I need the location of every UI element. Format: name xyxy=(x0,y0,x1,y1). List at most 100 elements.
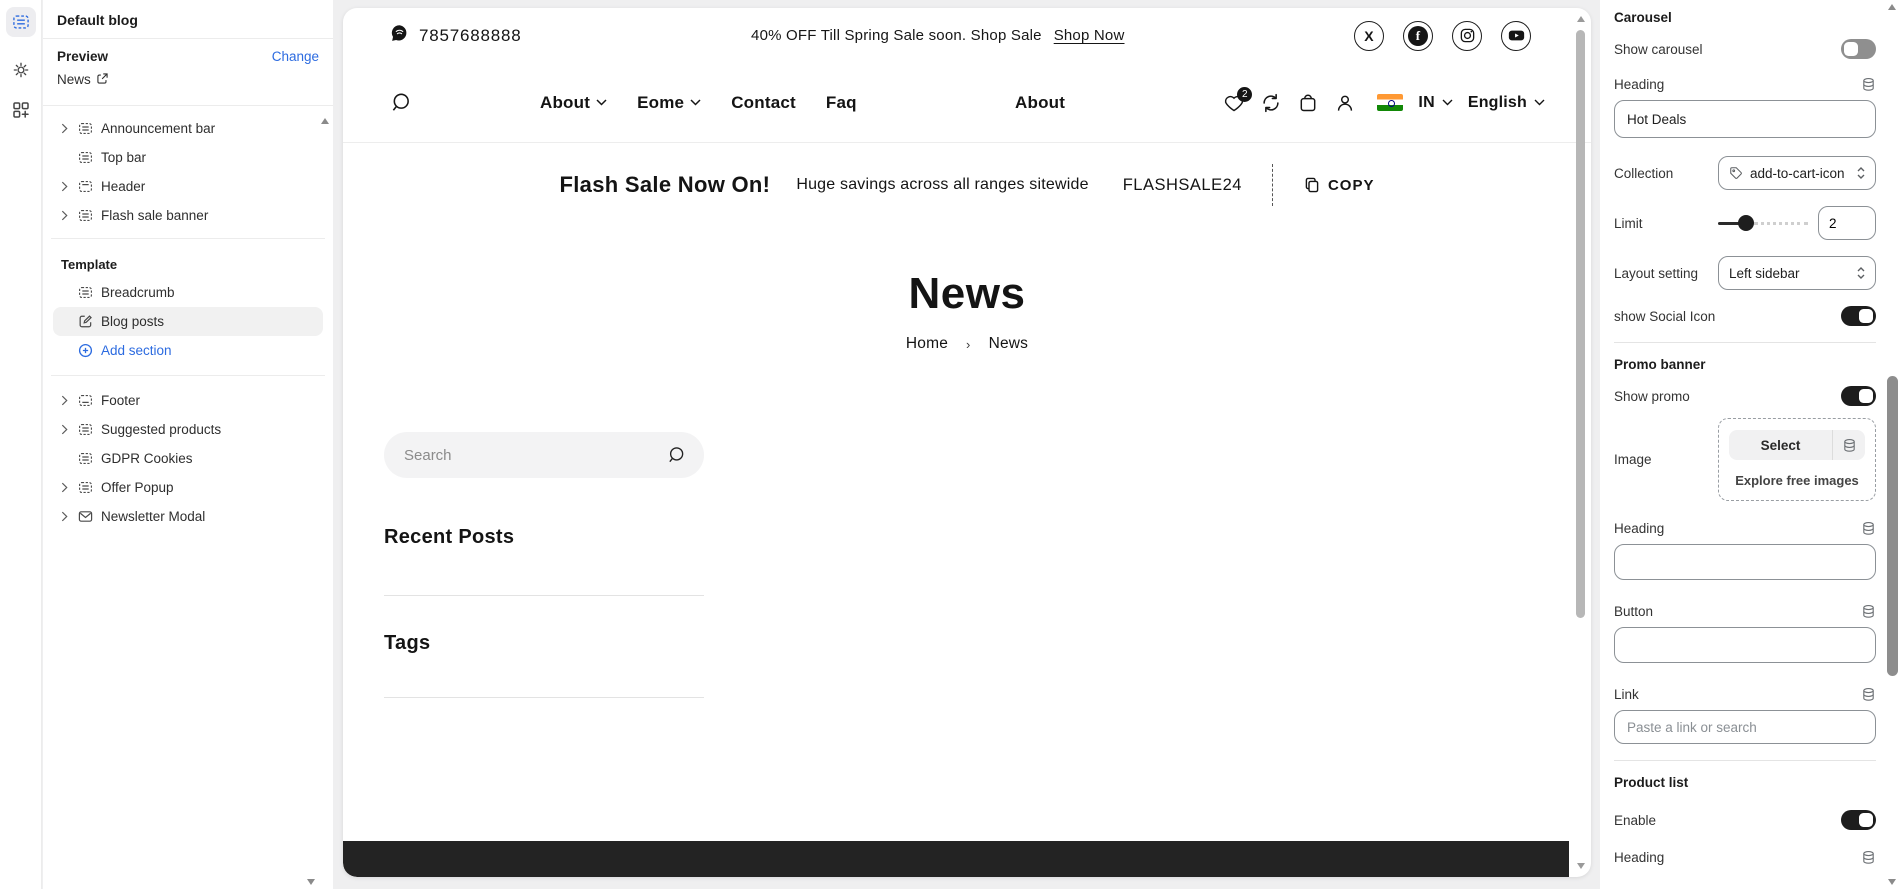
chevron-down-icon xyxy=(1442,99,1453,106)
tree-item-header[interactable]: Header xyxy=(53,172,323,201)
copy-code-button[interactable]: COPY xyxy=(1303,176,1375,194)
slider-knob[interactable] xyxy=(1738,215,1754,231)
tree-item-flash-sale-banner[interactable]: Flash sale banner xyxy=(53,201,323,230)
preview-label: Preview xyxy=(57,49,108,64)
youtube-icon[interactable] xyxy=(1501,21,1531,51)
carousel-heading-input[interactable] xyxy=(1614,100,1876,138)
nav-menu: About Eome Contact Faq xyxy=(540,93,857,113)
promo-button-input[interactable] xyxy=(1614,627,1876,663)
search-icon[interactable] xyxy=(666,445,686,465)
nav-item-faq[interactable]: Faq xyxy=(826,93,857,113)
carousel-section-title: Carousel xyxy=(1614,6,1876,29)
store-logo[interactable]: About xyxy=(1015,93,1065,113)
layout-setting-select[interactable]: Left sidebar xyxy=(1718,256,1876,290)
promo-heading-input[interactable] xyxy=(1614,544,1876,580)
tree-item-announcement-bar[interactable]: Announcement bar xyxy=(53,114,323,143)
external-link-icon[interactable] xyxy=(97,72,108,87)
product-list-heading-row: Heading xyxy=(1614,850,1876,865)
chevron-right-icon[interactable] xyxy=(61,395,71,406)
tree-item-label: Flash sale banner xyxy=(101,208,208,223)
chevron-right-icon[interactable] xyxy=(61,511,71,522)
dynamic-source-icon[interactable] xyxy=(1861,521,1876,536)
show-carousel-toggle[interactable] xyxy=(1841,39,1876,59)
language-selector[interactable]: English xyxy=(1468,94,1545,112)
sections-icon[interactable] xyxy=(6,7,36,37)
country-selector[interactable]: IN xyxy=(1418,94,1452,112)
nav-item-about[interactable]: About xyxy=(540,93,607,113)
scroll-down-icon[interactable] xyxy=(1888,879,1896,885)
collection-select[interactable]: add-to-cart-icon xyxy=(1718,156,1876,190)
chevron-down-icon xyxy=(1534,99,1545,106)
tree-item-label: Offer Popup xyxy=(101,480,174,495)
store-nav: About Eome Contact Faq About 2 xyxy=(343,63,1591,143)
account-icon[interactable] xyxy=(1334,92,1356,114)
tree-item-top-bar[interactable]: Top bar xyxy=(53,143,323,172)
cart-bag-icon[interactable] xyxy=(1297,92,1319,114)
dynamic-source-icon[interactable] xyxy=(1861,77,1876,92)
dynamic-source-icon[interactable] xyxy=(1861,604,1876,619)
nav-item-eome[interactable]: Eome xyxy=(637,93,701,113)
limit-number-input[interactable] xyxy=(1818,206,1876,240)
dynamic-source-icon[interactable] xyxy=(1861,850,1876,865)
section-icon xyxy=(78,150,94,165)
facebook-icon[interactable]: f xyxy=(1403,21,1433,51)
apps-grid-plus-icon[interactable] xyxy=(6,95,36,125)
compare-refresh-icon[interactable] xyxy=(1260,92,1282,114)
tree-item-newsletter-modal[interactable]: Newsletter Modal xyxy=(53,502,323,531)
chevron-right-icon[interactable] xyxy=(61,424,71,435)
limit-slider[interactable] xyxy=(1718,215,1808,231)
dynamic-source-icon[interactable] xyxy=(1861,687,1876,702)
sidebar-scroll-down-icon[interactable] xyxy=(307,879,315,885)
show-promo-toggle[interactable] xyxy=(1841,386,1876,406)
explore-free-images-link[interactable]: Explore free images xyxy=(1729,473,1865,488)
store-footer xyxy=(343,841,1569,877)
breadcrumb-home[interactable]: Home xyxy=(906,335,948,353)
india-flag-icon xyxy=(1377,94,1403,111)
layout-setting-row: Layout setting Left sidebar xyxy=(1614,256,1876,290)
x-icon[interactable]: X xyxy=(1354,21,1384,51)
divider xyxy=(51,238,325,239)
tree-item-suggested-products[interactable]: Suggested products xyxy=(53,415,323,444)
collection-label: Collection xyxy=(1614,166,1673,181)
scrollbar-thumb[interactable] xyxy=(1576,30,1585,618)
shop-now-link[interactable]: Shop Now xyxy=(1054,27,1125,44)
instagram-icon[interactable] xyxy=(1452,21,1482,51)
search-icon[interactable] xyxy=(389,91,412,114)
nav-item-contact[interactable]: Contact xyxy=(731,93,796,113)
settings-gear-icon[interactable] xyxy=(6,55,36,85)
chevron-right-icon[interactable] xyxy=(61,123,71,134)
product-list-section-title: Product list xyxy=(1614,771,1876,794)
promo-button-row: Button xyxy=(1614,604,1876,619)
scroll-down-icon[interactable] xyxy=(1577,863,1585,869)
tree-item-offer-popup[interactable]: Offer Popup xyxy=(53,473,323,502)
tree-item-label: Header xyxy=(101,179,145,194)
promo-link-input[interactable] xyxy=(1614,710,1876,744)
blog-search-input[interactable] xyxy=(404,447,666,464)
change-link[interactable]: Change xyxy=(272,49,319,64)
wishlist-heart-icon[interactable]: 2 xyxy=(1223,92,1245,114)
show-social-icon-toggle[interactable] xyxy=(1841,306,1876,326)
scroll-up-icon[interactable] xyxy=(1577,16,1585,22)
tree-item-label: Suggested products xyxy=(101,422,221,437)
enable-toggle[interactable] xyxy=(1841,810,1876,830)
scrollbar-thumb[interactable] xyxy=(1887,376,1898,676)
scroll-up-icon[interactable] xyxy=(1888,4,1896,10)
tree-item-gdpr-cookies[interactable]: GDPR Cookies xyxy=(53,444,323,473)
store-phone[interactable]: 7857688888 xyxy=(389,23,522,49)
chevron-right-icon[interactable] xyxy=(61,181,71,192)
dynamic-source-icon[interactable] xyxy=(1833,438,1865,453)
tree-item-blog-posts[interactable]: Blog posts xyxy=(53,307,323,336)
preview-scrollbar[interactable] xyxy=(1574,14,1588,871)
product-list-heading-label: Heading xyxy=(1614,850,1664,865)
tree-item-breadcrumb[interactable]: Breadcrumb xyxy=(53,278,323,307)
tree-item-label: Breadcrumb xyxy=(101,285,175,300)
sidebar-scroll-up-icon[interactable] xyxy=(321,118,329,124)
heading-label: Heading xyxy=(1614,77,1664,92)
add-section-button[interactable]: Add section xyxy=(53,336,323,365)
settings-scrollbar[interactable] xyxy=(1886,4,1898,885)
image-select-button[interactable]: Select xyxy=(1729,430,1865,460)
chevron-right-icon[interactable] xyxy=(61,210,71,221)
chevron-right-icon[interactable] xyxy=(61,482,71,493)
section-icon xyxy=(78,480,94,495)
tree-item-footer[interactable]: Footer xyxy=(53,386,323,415)
